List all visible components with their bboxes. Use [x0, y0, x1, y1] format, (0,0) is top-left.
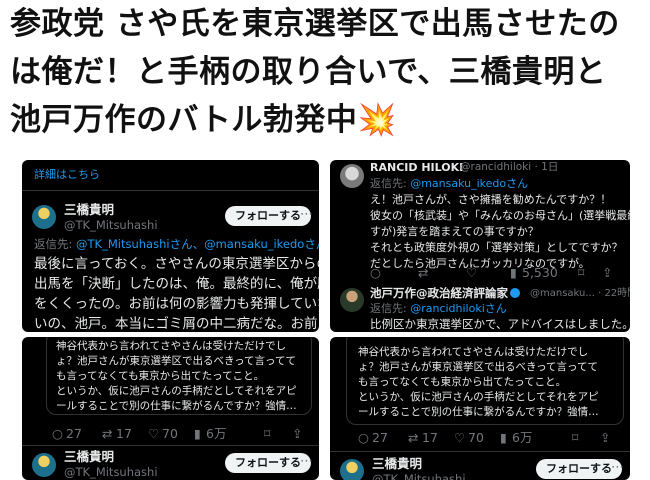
post-body-line: いの、池戸。本当にゴミ屑の中二病だな。お前は [34, 316, 319, 332]
author-handle[interactable]: @rancidhiloki · 1日 [460, 160, 558, 176]
views-count: 5,530 [522, 265, 558, 280]
quote-line: 神谷代表から言われてさやさんは受けただけでし [56, 340, 287, 352]
quote-line: ールすることで別の仕事に繋がるんですか？強情… [56, 400, 297, 412]
reply-target-link[interactable]: @rancidhilokiさん [410, 302, 507, 315]
bar-chart-icon[interactable]: ▮ [510, 264, 517, 281]
speech-bubble-icon[interactable]: ○ [358, 429, 369, 446]
bookmark-icon[interactable]: ⌑ [264, 425, 270, 442]
share-icon[interactable]: ⇪ [600, 429, 610, 446]
reply-prefix: 返信先: [370, 302, 411, 315]
post-body-line: 比例区か東京選挙区かで、アドバイスはしました。 [370, 317, 630, 331]
screenshot-rancid-reply-thread: RANCID HILOKI @rancidhiloki · 1日 返信先: @m… [330, 160, 630, 332]
reply-prefix: 返信先: [370, 177, 411, 190]
author-name-text: 池戸万作@政治経済評論家 [370, 286, 508, 300]
repost-count: 17 [116, 426, 132, 441]
quote-line: ょ？池戸さんが東京選挙区で出るべきって言ってて [358, 361, 599, 373]
headline-line-1: 参政党 さや氏を東京選挙区で出馬させたの [10, 6, 620, 42]
speech-bubble-icon[interactable]: ○ [370, 264, 381, 281]
share-icon[interactable]: ⇪ [292, 425, 302, 442]
post-body-line: え！池戸さんが、さや擁播を勧めたんですか？！ [370, 193, 612, 206]
avatar[interactable] [32, 453, 56, 477]
more-dots-icon[interactable]: ⋯ [611, 459, 624, 476]
avatar[interactable] [340, 164, 364, 188]
heart-icon[interactable]: ♡ [454, 429, 465, 446]
follow-button[interactable]: フォローする [225, 206, 311, 226]
post-body-line: 彼女の「核武装」や「みんなのお母さん」(選挙戦最終日で [370, 209, 630, 222]
reply-context: 返信先: @rancidhilokiさん [370, 300, 507, 317]
author-name[interactable]: 三橋貴明 [372, 455, 422, 472]
author-handle[interactable]: @TK_Mitsuhashi [64, 217, 158, 234]
divider [22, 445, 319, 446]
post-metrics: ○ 27 ⇄ 17 ♡ 70 ▮ 6万 ⌑ ⇪ [52, 425, 314, 441]
author-name[interactable]: RANCID HILOKI [370, 160, 463, 176]
more-dots-icon[interactable]: ⋯ [300, 453, 313, 470]
verified-badge-icon [510, 288, 520, 298]
article-headline: 参政党 さや氏を東京選挙区で出馬させたの は俺だ！と手柄の取り合いで、三橋貴明と… [10, 0, 642, 144]
headline-line-3-wrap: 池戸万作のバトル勃発中💥 [10, 96, 642, 144]
heart-icon[interactable]: ♡ [466, 264, 477, 281]
reply-context: 返信先: @mansaku_ikedoさん [370, 175, 528, 192]
reply-targets-link[interactable]: @TK_Mitsuhashiさん、@mansaku_ikedoさん [76, 237, 319, 251]
post-body-line: 最後に言っておく。さやさんの東京選挙区からの [34, 256, 319, 272]
quote-line: も言ってなくても東京から出てたってこと。 [56, 370, 265, 382]
share-icon[interactable]: ⇪ [602, 264, 612, 281]
screenshot-quote-post-right: 神谷代表から言われてさやさんは受けただけでし ょ？池戸さんが東京選挙区で出るべき… [330, 337, 630, 480]
bar-chart-icon[interactable]: ▮ [500, 429, 507, 446]
headline-line-2: は俺だ！と手柄の取り合いで、三橋貴明と [10, 54, 607, 90]
avatar[interactable] [340, 288, 364, 312]
reply-target-link[interactable]: @mansaku_ikedoさん [410, 177, 528, 190]
quote-line: というか、仮に池戸さんの手柄だとしてそれをアピ [56, 385, 297, 397]
quote-line: ールすることで別の仕事に繋がるんですか？強情… [358, 406, 599, 418]
quote-line: 神谷代表から言われてさやさんは受けただけでし [358, 346, 589, 358]
heart-icon[interactable]: ♡ [148, 425, 159, 442]
bookmark-icon[interactable]: ⌑ [572, 429, 578, 446]
divider [22, 190, 319, 191]
post-body-line: それとも政策度外視の「選挙対策」としてですか？ [370, 241, 623, 254]
views-count: 6万 [206, 426, 227, 441]
quote-line: というか、仮に池戸さんの手柄だとしてそれをアピ [358, 391, 599, 403]
author-handle[interactable]: @mansaku... · 22時間 [530, 285, 630, 302]
like-count: 70 [162, 426, 178, 441]
repost-arrows-icon[interactable]: ⇄ [408, 429, 418, 446]
divider [330, 451, 630, 452]
details-link[interactable]: 詳細はこちら [34, 166, 100, 183]
avatar[interactable] [32, 205, 56, 229]
bookmark-icon[interactable]: ⌑ [578, 264, 584, 281]
follow-button[interactable]: フォローする [225, 453, 311, 473]
post-body-line: 出馬を「決断」したのは、俺。最終的に、俺が腹 [34, 276, 319, 292]
like-count: 70 [468, 430, 484, 445]
post-metrics: ○ 27 ⇄ 17 ♡ 70 ▮ 6万 ⌑ ⇪ [358, 429, 622, 445]
quote-line: ょ？池戸さんが東京選挙区で出るべきって言ってて [56, 355, 297, 367]
reply-context: 返信先: @TK_Mitsuhashiさん、@mansaku_ikedoさん [34, 236, 319, 253]
reply-count: 27 [66, 426, 82, 441]
author-name[interactable]: 三橋貴明 [64, 448, 114, 465]
repost-count: 17 [422, 430, 438, 445]
repost-arrows-icon[interactable]: ⇄ [418, 264, 428, 281]
post-body-line: すが)発言を踏まえての事ですか？ [370, 225, 539, 238]
collision-emoji-icon: 💥 [357, 102, 397, 138]
author-name[interactable]: 三橋貴明 [64, 201, 114, 218]
repost-arrows-icon[interactable]: ⇄ [102, 425, 112, 442]
post-metrics: ○ ⇄ ♡ ▮ 5,530 ⌑ ⇪ [370, 264, 620, 280]
quote-line: も言ってなくても東京から出てたってこと。 [358, 376, 567, 388]
author-handle[interactable]: @TK_Mitsuhashi [372, 471, 466, 480]
avatar[interactable] [340, 459, 364, 480]
views-count: 6万 [512, 430, 533, 445]
speech-bubble-icon[interactable]: ○ [52, 425, 63, 442]
headline-line-3: 池戸万作のバトル勃発中 [10, 102, 358, 138]
reply-count: 27 [372, 430, 388, 445]
follow-button[interactable]: フォローする [536, 459, 622, 479]
more-dots-icon[interactable]: ⋯ [300, 206, 313, 223]
screenshot-quote-post-left: 神谷代表から言われてさやさんは受けただけでし ょ？池戸さんが東京選挙区で出るべき… [22, 337, 319, 480]
bar-chart-icon[interactable]: ▮ [194, 425, 201, 442]
post-body-line: をくくったの。お前は何の影響力も発揮していな [34, 296, 319, 312]
author-handle[interactable]: @TK_Mitsuhashi [64, 464, 158, 480]
screenshot-mitsuhashi-post: 詳細はこちら 三橋貴明 @TK_Mitsuhashi フォローする ⋯ 返信先:… [22, 160, 319, 332]
reply-prefix: 返信先: [34, 237, 77, 251]
